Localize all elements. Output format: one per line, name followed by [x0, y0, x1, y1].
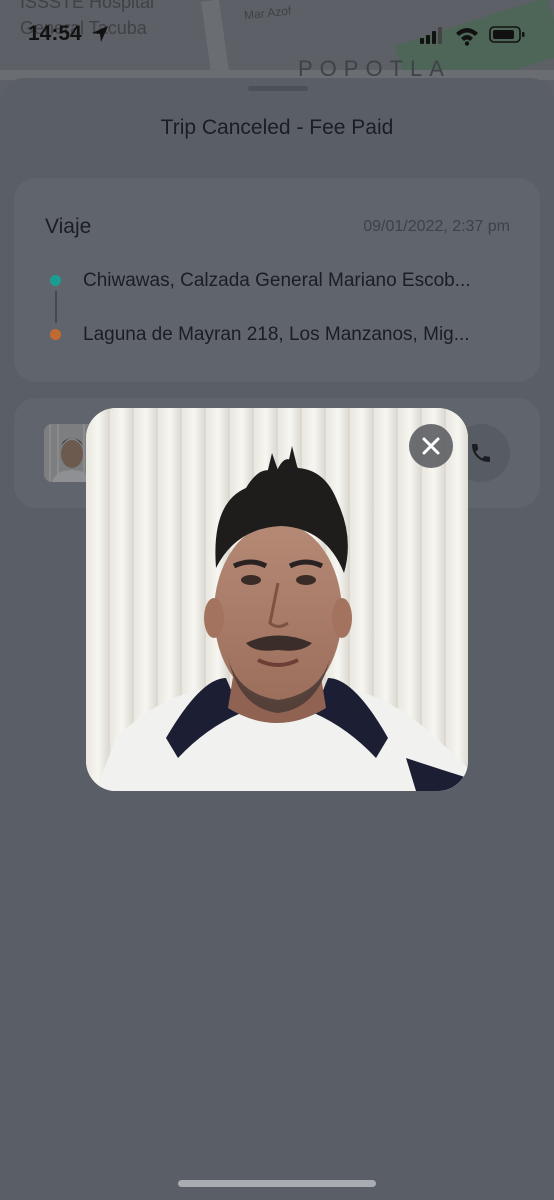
location-arrow-icon — [90, 24, 110, 44]
map-label-hospital: ISSSTE Hospital — [20, 0, 155, 12]
sheet-grabber[interactable] — [248, 86, 308, 91]
close-photo-button[interactable] — [409, 424, 453, 468]
close-icon — [422, 437, 440, 455]
driver-photo — [86, 408, 468, 791]
status-bar: 14:54 — [0, 14, 554, 54]
trip-label: Viaje — [45, 215, 92, 238]
driver-photo-modal — [86, 408, 468, 791]
status-time: 14:54 — [28, 22, 82, 45]
destination-dot-icon — [50, 329, 61, 340]
sheet-title: Trip Canceled - Fee Paid — [160, 116, 394, 139]
status-icons — [420, 24, 532, 46]
signal-icon — [420, 27, 442, 44]
battery-icon — [489, 26, 525, 43]
origin-address: Chiwawas, Calzada General Mariano Escob.… — [83, 270, 471, 291]
route-connector — [55, 291, 57, 323]
origin-dot-icon — [50, 275, 61, 286]
destination-address: Laguna de Mayran 218, Los Manzanos, Mig.… — [83, 324, 470, 345]
home-indicator[interactable] — [178, 1180, 376, 1187]
trip-datetime: 09/01/2022, 2:37 pm — [363, 218, 510, 235]
wifi-icon — [456, 28, 478, 46]
trip-card: Viaje 09/01/2022, 2:37 pm Chiwawas, Calz… — [14, 178, 540, 382]
phone-icon — [472, 444, 490, 462]
